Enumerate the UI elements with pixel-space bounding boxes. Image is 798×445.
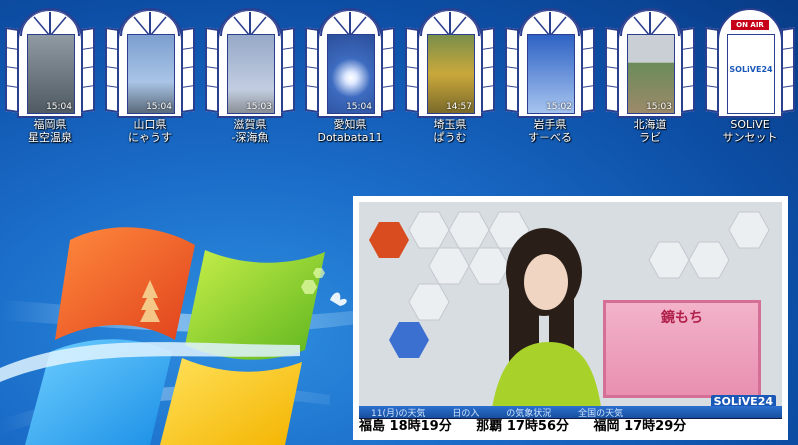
weather-flip-card: 鏡もち bbox=[603, 300, 761, 398]
camera-image: 15:03 bbox=[627, 34, 675, 114]
gadget-label: 北海道 ラビ bbox=[605, 118, 695, 144]
window-arch-icon bbox=[20, 10, 80, 36]
window-frame: 14:57 bbox=[417, 8, 483, 118]
city-sunset: 福島 18時19分 bbox=[359, 419, 452, 434]
city-sunset: 福岡 17時29分 bbox=[593, 419, 687, 434]
card-title: 鏡もち bbox=[661, 310, 703, 326]
gadget-label: 愛知県 Dotabata11 bbox=[305, 118, 395, 144]
capture-time: 15:04 bbox=[46, 102, 72, 112]
camera-image: 15:04 bbox=[127, 34, 175, 114]
video-screen[interactable]: 鏡もち SOLiVE24 11(月)の天気 日の入 の気象状況 全国の天気 福島… bbox=[359, 202, 782, 434]
location-label: ぱうむ bbox=[433, 131, 467, 144]
gadget-label: 滋賀県 -深海魚 bbox=[205, 118, 295, 144]
ticker-item: の気象状況 bbox=[506, 409, 552, 419]
window-frame: 15:02 bbox=[517, 8, 583, 118]
live-video-player[interactable]: 鏡もち SOLiVE24 11(月)の天気 日の入 の気象状況 全国の天気 福島… bbox=[353, 196, 788, 440]
window-frame: ON AIR SOLiVE24 bbox=[717, 8, 783, 118]
solive-logo: SOLiVE24 bbox=[729, 65, 773, 74]
gadget-label: 埼玉県 ぱうむ bbox=[405, 118, 495, 144]
window-arch-icon bbox=[520, 10, 580, 36]
camera-image: 14:57 bbox=[427, 34, 475, 114]
right-shutter bbox=[581, 27, 595, 113]
left-shutter bbox=[405, 27, 419, 113]
right-shutter bbox=[681, 27, 695, 113]
window-frame: 15:03 bbox=[617, 8, 683, 118]
location-label: -深海魚 bbox=[231, 131, 269, 144]
camera-image: 15:04 bbox=[27, 34, 75, 114]
prefecture-label: 北海道 bbox=[633, 118, 667, 131]
gadget-shiga[interactable]: 15:03 滋賀県 -深海魚 bbox=[205, 8, 295, 158]
prefecture-label: 福岡県 bbox=[33, 118, 67, 131]
location-label: す－べる bbox=[528, 131, 572, 144]
right-shutter bbox=[481, 27, 495, 113]
capture-time: 15:02 bbox=[546, 102, 572, 112]
gadget-fukuoka[interactable]: 15:04 福岡県 星空温泉 bbox=[5, 8, 95, 158]
on-air-badge: ON AIR bbox=[731, 20, 769, 30]
window-arch-icon bbox=[120, 10, 180, 36]
gadget-solive[interactable]: ON AIR SOLiVE24 SOLiVE サンセット bbox=[705, 8, 795, 158]
window-arch-icon bbox=[620, 10, 680, 36]
window-arch-icon bbox=[420, 10, 480, 36]
prefecture-label: 滋賀県 bbox=[233, 118, 267, 131]
right-shutter bbox=[781, 27, 795, 113]
location-label: サンセット bbox=[722, 131, 778, 144]
camera-image: 15:02 bbox=[527, 34, 575, 114]
capture-time: 15:04 bbox=[146, 102, 172, 112]
ticker-headline: 11(月)の天気 日の入 の気象状況 全国の天気 bbox=[359, 406, 782, 419]
gadget-yamaguchi[interactable]: 15:04 山口県 にゃうす bbox=[105, 8, 195, 158]
left-shutter bbox=[205, 27, 219, 113]
gadget-label: SOLiVE サンセット bbox=[705, 118, 795, 144]
camera-image: 15:03 bbox=[227, 34, 275, 114]
location-label: 星空温泉 bbox=[28, 131, 72, 144]
weather-camera-gadgets: 15:04 福岡県 星空温泉 15:04 山口県 にゃうす 15:03 滋賀県 … bbox=[0, 0, 798, 160]
window-frame: 15:04 bbox=[117, 8, 183, 118]
gadget-hokkaido[interactable]: 15:03 北海道 ラビ bbox=[605, 8, 695, 158]
location-label: Dotabata11 bbox=[317, 131, 383, 144]
camera-image: SOLiVE24 bbox=[727, 34, 775, 114]
left-shutter bbox=[105, 27, 119, 113]
gadget-iwate[interactable]: 15:02 岩手県 す－べる bbox=[505, 8, 595, 158]
camera-image: 15:04 bbox=[327, 34, 375, 114]
left-shutter bbox=[305, 27, 319, 113]
left-shutter bbox=[605, 27, 619, 113]
gadget-label: 岩手県 す－べる bbox=[505, 118, 595, 144]
ticker-item: 日の入 bbox=[452, 409, 480, 419]
prefecture-label: 埼玉県 bbox=[433, 118, 467, 131]
left-shutter bbox=[505, 27, 519, 113]
location-label: にゃうす bbox=[128, 131, 172, 144]
right-shutter bbox=[381, 27, 395, 113]
gadget-aichi[interactable]: 15:04 愛知県 Dotabata11 bbox=[305, 8, 395, 158]
window-arch-icon bbox=[220, 10, 280, 36]
window-frame: 15:04 bbox=[17, 8, 83, 118]
right-shutter bbox=[281, 27, 295, 113]
prefecture-label: 愛知県 bbox=[333, 118, 367, 131]
capture-time: 15:04 bbox=[346, 102, 372, 112]
right-shutter bbox=[181, 27, 195, 113]
capture-time: 14:57 bbox=[446, 102, 472, 112]
sunset-times: 福島 18時19分 那覇 17時56分 福岡 17時29分 bbox=[359, 419, 782, 434]
window-arch-icon bbox=[320, 10, 380, 36]
window-frame: 15:04 bbox=[317, 8, 383, 118]
prefecture-label: 山口県 bbox=[133, 118, 167, 131]
capture-time: 15:03 bbox=[646, 102, 672, 112]
gadget-label: 福岡県 星空温泉 bbox=[5, 118, 95, 144]
left-shutter bbox=[705, 27, 719, 113]
news-ticker: 11(月)の天気 日の入 の気象状況 全国の天気 福島 18時19分 那覇 17… bbox=[359, 406, 782, 434]
prefecture-label: 岩手県 bbox=[533, 118, 567, 131]
gadget-saitama[interactable]: 14:57 埼玉県 ぱうむ bbox=[405, 8, 495, 158]
capture-time: 15:03 bbox=[246, 102, 272, 112]
window-frame: 15:03 bbox=[217, 8, 283, 118]
left-shutter bbox=[5, 27, 19, 113]
gadget-label: 山口県 にゃうす bbox=[105, 118, 195, 144]
location-label: ラビ bbox=[639, 131, 661, 144]
city-sunset: 那覇 17時56分 bbox=[476, 419, 569, 434]
ticker-item: 全国の天気 bbox=[578, 409, 624, 419]
ticker-item: 11(月)の天気 bbox=[371, 409, 426, 419]
prefecture-label: SOLiVE bbox=[730, 118, 770, 131]
right-shutter bbox=[81, 27, 95, 113]
